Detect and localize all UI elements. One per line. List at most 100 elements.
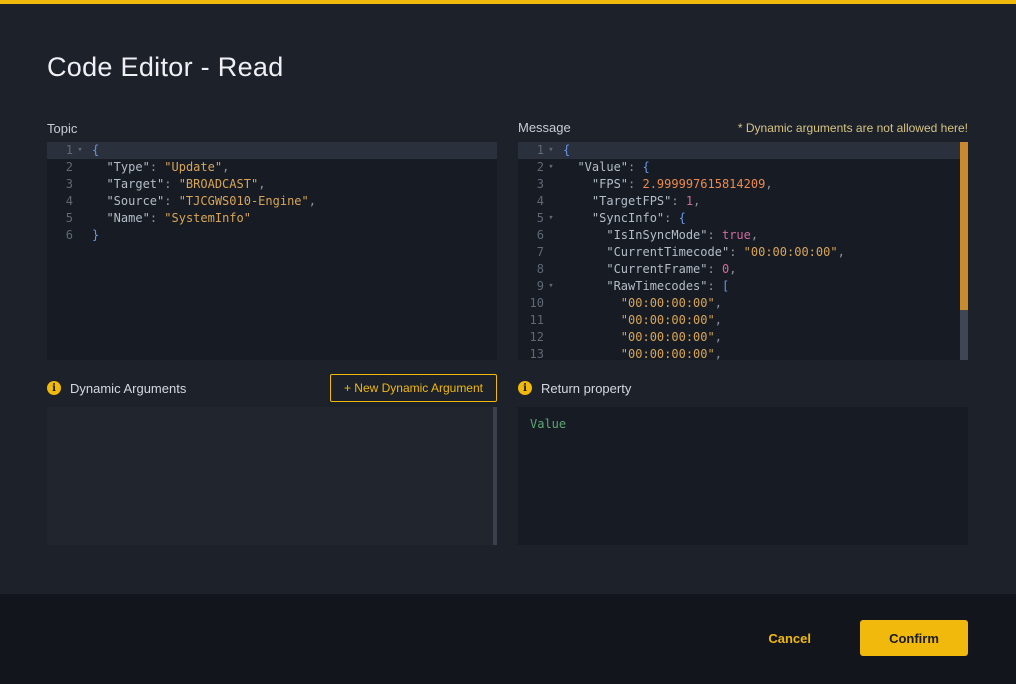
topic-label-row: Topic bbox=[47, 120, 497, 138]
code-line: 1▾{ bbox=[47, 142, 497, 159]
info-icon: i bbox=[47, 381, 61, 395]
code-line: 13 "00:00:00:00", bbox=[518, 346, 968, 360]
gutter: 8 bbox=[518, 261, 558, 278]
line-number: 12 bbox=[518, 329, 544, 346]
gutter: 9▾ bbox=[518, 278, 558, 295]
dynamic-arguments-panel bbox=[47, 407, 497, 545]
code-line: 2▾ "Value": { bbox=[518, 159, 968, 176]
code-line: 3 "Target": "BROADCAST", bbox=[47, 176, 497, 193]
code-text: "Value": { bbox=[558, 159, 650, 176]
line-number: 8 bbox=[518, 261, 544, 278]
code-text: "TargetFPS": 1, bbox=[558, 193, 700, 210]
line-number: 6 bbox=[518, 227, 544, 244]
message-label: Message bbox=[518, 120, 571, 135]
code-line: 6 "IsInSyncMode": true, bbox=[518, 227, 968, 244]
gutter: 1▾ bbox=[518, 142, 558, 159]
line-number: 5 bbox=[518, 210, 544, 227]
code-text: "Source": "TJCGWS010-Engine", bbox=[87, 193, 316, 210]
fold-spacer bbox=[544, 261, 558, 278]
line-number: 9 bbox=[518, 278, 544, 295]
code-text: "IsInSyncMode": true, bbox=[558, 227, 758, 244]
line-number: 4 bbox=[518, 193, 544, 210]
cancel-button[interactable]: Cancel bbox=[768, 623, 811, 655]
gutter: 3 bbox=[47, 176, 87, 193]
code-line: 1▾{ bbox=[518, 142, 968, 159]
line-number: 3 bbox=[47, 176, 73, 193]
gutter: 6 bbox=[47, 227, 87, 244]
fold-spacer bbox=[73, 210, 87, 227]
return-property-label: Return property bbox=[541, 381, 631, 396]
gutter: 13 bbox=[518, 346, 558, 360]
gutter: 1▾ bbox=[47, 142, 87, 159]
line-number: 13 bbox=[518, 346, 544, 360]
confirm-button[interactable]: Confirm bbox=[860, 620, 968, 656]
code-text: "Type": "Update", bbox=[87, 159, 229, 176]
code-line: 12 "00:00:00:00", bbox=[518, 329, 968, 346]
fold-spacer bbox=[544, 193, 558, 210]
fold-arrow-icon[interactable]: ▾ bbox=[544, 159, 558, 176]
fold-spacer bbox=[73, 193, 87, 210]
topic-label: Topic bbox=[47, 121, 77, 136]
line-number: 5 bbox=[47, 210, 73, 227]
code-line: 5 "Name": "SystemInfo" bbox=[47, 210, 497, 227]
dynamic-arguments-header: i Dynamic Arguments + New Dynamic Argume… bbox=[47, 374, 497, 402]
line-number: 10 bbox=[518, 295, 544, 312]
gutter: 7 bbox=[518, 244, 558, 261]
gutter: 2▾ bbox=[518, 159, 558, 176]
gutter: 4 bbox=[47, 193, 87, 210]
gutter: 2 bbox=[47, 159, 87, 176]
code-line: 10 "00:00:00:00", bbox=[518, 295, 968, 312]
fold-arrow-icon[interactable]: ▾ bbox=[544, 278, 558, 295]
return-property-editor[interactable]: Value bbox=[518, 407, 968, 545]
footer-bar: Cancel Confirm bbox=[0, 594, 1016, 684]
gutter: 4 bbox=[518, 193, 558, 210]
gutter: 10 bbox=[518, 295, 558, 312]
code-text: "CurrentTimecode": "00:00:00:00", bbox=[558, 244, 845, 261]
fold-spacer bbox=[73, 227, 87, 244]
fold-arrow-icon[interactable]: ▾ bbox=[73, 142, 87, 159]
dynamic-args-note: * Dynamic arguments are not allowed here… bbox=[738, 121, 968, 135]
gutter: 3 bbox=[518, 176, 558, 193]
fold-arrow-icon[interactable]: ▾ bbox=[544, 142, 558, 159]
code-text: "RawTimecodes": [ bbox=[558, 278, 729, 295]
line-number: 3 bbox=[518, 176, 544, 193]
line-number: 4 bbox=[47, 193, 73, 210]
scrollbar-thumb[interactable] bbox=[960, 142, 968, 310]
page-title: Code Editor - Read bbox=[47, 52, 284, 83]
message-code-editor[interactable]: 1▾{2▾ "Value": {3 "FPS": 2.9999976158142… bbox=[518, 142, 968, 360]
fold-spacer bbox=[544, 227, 558, 244]
code-text: "FPS": 2.999997615814209, bbox=[558, 176, 773, 193]
line-number: 6 bbox=[47, 227, 73, 244]
code-text: "Name": "SystemInfo" bbox=[87, 210, 251, 227]
code-text: "CurrentFrame": 0, bbox=[558, 261, 736, 278]
gutter: 12 bbox=[518, 329, 558, 346]
gutter: 5 bbox=[47, 210, 87, 227]
gutter: 5▾ bbox=[518, 210, 558, 227]
fold-spacer bbox=[544, 244, 558, 261]
code-text: "00:00:00:00", bbox=[558, 312, 722, 329]
line-number: 1 bbox=[518, 142, 544, 159]
scrollbar-track bbox=[493, 407, 497, 545]
code-line: 9▾ "RawTimecodes": [ bbox=[518, 278, 968, 295]
line-number: 7 bbox=[518, 244, 544, 261]
line-number: 1 bbox=[47, 142, 73, 159]
code-text: { bbox=[558, 142, 570, 159]
top-accent-bar bbox=[0, 0, 1016, 4]
fold-spacer bbox=[544, 346, 558, 360]
code-line: 4 "TargetFPS": 1, bbox=[518, 193, 968, 210]
line-number: 11 bbox=[518, 312, 544, 329]
return-property-value: Value bbox=[530, 417, 566, 431]
fold-spacer bbox=[73, 176, 87, 193]
code-line: 5▾ "SyncInfo": { bbox=[518, 210, 968, 227]
topic-code-editor[interactable]: 1▾{2 "Type": "Update",3 "Target": "BROAD… bbox=[47, 142, 497, 360]
code-text: } bbox=[87, 227, 99, 244]
code-text: "00:00:00:00", bbox=[558, 346, 722, 360]
code-line: 4 "Source": "TJCGWS010-Engine", bbox=[47, 193, 497, 210]
new-dynamic-argument-button[interactable]: + New Dynamic Argument bbox=[330, 374, 497, 402]
fold-spacer bbox=[544, 312, 558, 329]
message-label-row: Message * Dynamic arguments are not allo… bbox=[518, 120, 968, 135]
code-line: 7 "CurrentTimecode": "00:00:00:00", bbox=[518, 244, 968, 261]
dynamic-arguments-label: Dynamic Arguments bbox=[70, 381, 186, 396]
fold-arrow-icon[interactable]: ▾ bbox=[544, 210, 558, 227]
gutter: 6 bbox=[518, 227, 558, 244]
